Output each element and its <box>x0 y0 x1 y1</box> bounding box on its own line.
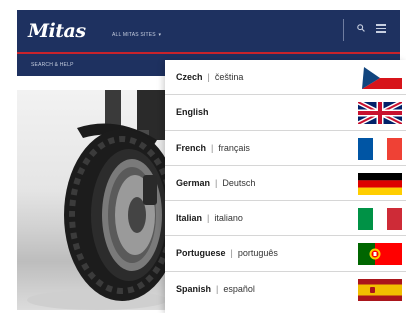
uk-flag-icon <box>358 102 402 125</box>
page: Mitas ALL MITAS SITES ▾ SEARCH & HELP Cz… <box>0 0 406 313</box>
language-label: German | Deutsch <box>176 178 255 188</box>
language-english-name: English <box>176 107 209 118</box>
hamburger-menu-icon[interactable] <box>376 24 386 33</box>
language-dropdown: Czech | čeština English French | françai… <box>165 60 406 313</box>
language-option-czech[interactable]: Czech | čeština <box>165 60 406 96</box>
search-help-link[interactable]: SEARCH & HELP <box>31 62 74 68</box>
hero-image-motorcycle-tire <box>17 90 177 310</box>
separator: | <box>207 72 210 82</box>
language-label: Italian | italiano <box>176 213 243 223</box>
language-option-portuguese[interactable]: Portuguese | português <box>165 236 406 272</box>
separator: | <box>215 177 218 188</box>
all-sites-label: ALL MITAS SITES <box>112 32 156 38</box>
language-native-name: français <box>218 142 250 153</box>
german-flag-icon <box>358 172 402 195</box>
separator: | <box>207 213 210 224</box>
italian-flag-icon <box>358 208 402 231</box>
language-english-name: Portuguese <box>176 248 226 259</box>
language-english-name: Czech <box>176 72 203 82</box>
language-label: English <box>176 107 209 117</box>
header-divider <box>343 19 344 41</box>
separator: | <box>211 142 214 153</box>
separator: | <box>230 248 233 259</box>
language-option-italian[interactable]: Italian | italiano <box>165 201 406 237</box>
separator: | <box>216 283 219 294</box>
language-option-french[interactable]: French | français <box>165 131 406 166</box>
language-english-name: French <box>176 142 207 153</box>
all-sites-dropdown[interactable]: ALL MITAS SITES ▾ <box>112 32 161 38</box>
language-native-name: Deutsch <box>222 177 256 188</box>
chevron-down-icon: ▾ <box>158 32 162 38</box>
czech-flag-icon <box>358 67 402 89</box>
language-label: Czech | čeština <box>176 72 243 82</box>
portuguese-flag-icon <box>358 243 402 266</box>
language-english-name: German <box>176 177 211 188</box>
language-label: French | français <box>176 143 250 153</box>
language-english-name: Italian <box>176 213 203 224</box>
language-option-spanish[interactable]: Spanish | español <box>165 272 406 307</box>
language-label: Portuguese | português <box>176 248 278 258</box>
language-native-name: čeština <box>214 72 244 82</box>
mitas-logo[interactable]: Mitas <box>28 20 86 42</box>
spanish-flag-icon <box>358 278 402 301</box>
language-option-german[interactable]: German | Deutsch <box>165 166 406 202</box>
search-icon[interactable] <box>357 24 365 32</box>
language-option-english[interactable]: English <box>165 95 406 131</box>
language-english-name: Spanish <box>176 283 212 294</box>
french-flag-icon <box>358 137 402 160</box>
language-native-name: español <box>223 283 255 294</box>
language-native-name: italiano <box>214 213 243 224</box>
language-native-name: português <box>237 248 278 259</box>
site-header: Mitas ALL MITAS SITES ▾ <box>17 10 400 52</box>
language-label: Spanish | español <box>176 284 255 294</box>
